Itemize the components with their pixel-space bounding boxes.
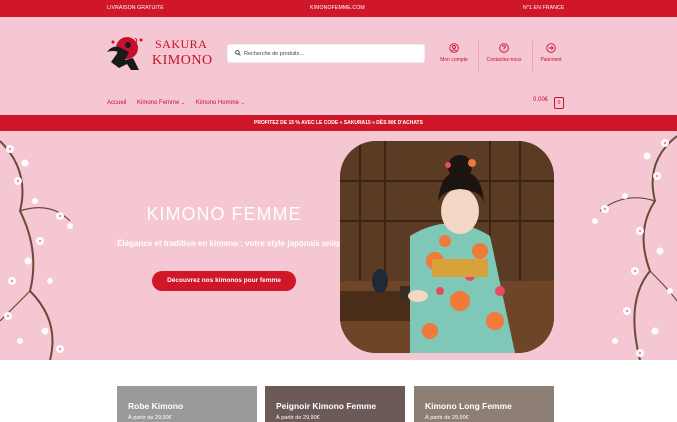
hero-image [340,141,554,353]
help-icon [499,43,509,53]
site-header: SAKURA KIMONO Recherche de produits… Mon… [0,17,677,115]
site-domain-text: KIMONOFEMME.COM [310,5,365,11]
nav-item-label: Kimono Homme [195,100,239,106]
checkout-link[interactable]: Paiement [523,43,579,69]
contact-label: Contactez-nous [486,57,522,63]
hero-subtitle: Élégance et tradition en kimono : votre … [117,239,351,248]
card-title: Peignoir Kimono Femme [276,401,377,411]
category-card-peignoir-kimono-femme[interactable]: Peignoir Kimono Femme À partir de 29,90€ [265,386,405,422]
ranking-text: N°1 EN FRANCE [523,5,565,11]
woman-in-kimono-photo [340,141,554,353]
kimono-figure-logo-icon [107,37,143,70]
my-account-link[interactable]: Mon compte [426,43,482,69]
nav-item-label: Kimono Femme [137,100,180,106]
cart-total[interactable]: 0,00€ [533,97,548,103]
free-shipping-text: LIVRAISON GRATUITE [107,5,164,11]
promo-text: PROFITEZ DE 15 % AVEC LE CODE « SAKURA15… [254,120,423,126]
card-price: À partir de 29,90€ [276,415,320,421]
chevron-down-icon: ⌄ [181,100,186,106]
nav-item-kimono-homme[interactable]: Kimono Homme ⌄ [196,100,245,106]
nav-item-kimono-femme[interactable]: Kimono Femme ⌄ [137,100,185,106]
cart-count: 0 [557,100,561,106]
search-placeholder: Recherche de produits… [244,51,305,57]
hero-title: KIMONO FEMME [146,204,302,224]
discover-women-kimonos-button[interactable]: Découvrez nos kimonos pour femme [152,271,296,291]
logo-text-sakura: SAKURA [155,37,208,51]
checkout-label: Paiement [540,57,562,63]
category-card-kimono-long-femme[interactable]: Kimono Long Femme À partir de 29,90€ [414,386,554,422]
main-navigation: Accueil Kimono Femme ⌄ Kimono Homme ⌄ [107,100,254,106]
cherry-blossom-right-decoration [592,135,677,360]
category-card-robe-kimono[interactable]: Robe Kimono À partir de 29,90€ [117,386,257,422]
cart-icon[interactable]: 0 [554,97,564,109]
hero-section: KIMONO FEMME Élégance et tradition en ki… [0,131,677,360]
site-logo[interactable]: SAKURA KIMONO [105,34,213,74]
category-cards-section: Robe Kimono À partir de 29,90€ Peignoir … [0,360,677,422]
search-input[interactable]: Recherche de produits… [227,44,425,63]
search-icon [235,50,241,56]
user-icon [449,43,459,53]
nav-item-home[interactable]: Accueil [107,100,126,106]
my-account-label: Mon compte [440,57,468,63]
top-announcement-bar: LIVRAISON GRATUITE KIMONOFEMME.COM N°1 E… [0,0,677,17]
logo-text-kimono: KIMONO [152,53,213,68]
cherry-blossom-left-decoration [0,140,73,360]
card-price: À partir de 29,90€ [425,415,469,421]
card-title: Robe Kimono [128,401,184,411]
chevron-down-icon: ⌄ [240,100,245,106]
card-price: À partir de 29,90€ [128,415,172,421]
promo-banner: PROFITEZ DE 15 % AVEC LE CODE « SAKURA15… [0,115,677,131]
arrow-right-circle-icon [546,43,556,53]
card-title: Kimono Long Femme [425,401,512,411]
